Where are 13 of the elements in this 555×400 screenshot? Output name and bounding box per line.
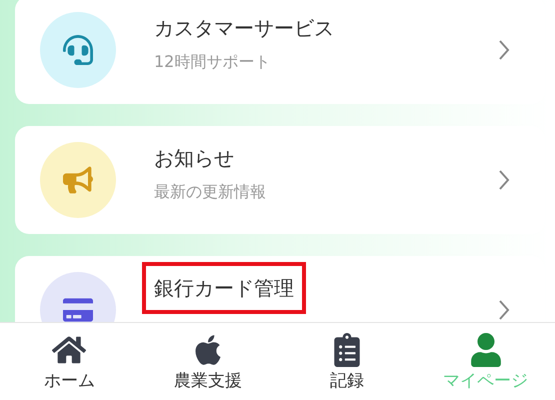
headset-icon: [63, 35, 93, 65]
chevron-icon: [498, 169, 510, 191]
item-subtitle: 12時間サポート: [154, 54, 272, 70]
item-title: お知らせ: [154, 148, 234, 168]
nav-tab[interactable]: 農業支援: [143, 333, 274, 390]
item-subtitle: 最新の更新情報: [154, 184, 267, 200]
item-title: カスタマーサービス: [154, 18, 334, 38]
chevron-icon: [498, 299, 510, 321]
nav-tab[interactable]: 記録: [282, 333, 412, 390]
person-icon: [468, 333, 503, 367]
megaphone-icon: [63, 165, 93, 195]
chevron-icon: [498, 39, 510, 61]
nav-tab[interactable]: ホーム: [4, 333, 134, 390]
